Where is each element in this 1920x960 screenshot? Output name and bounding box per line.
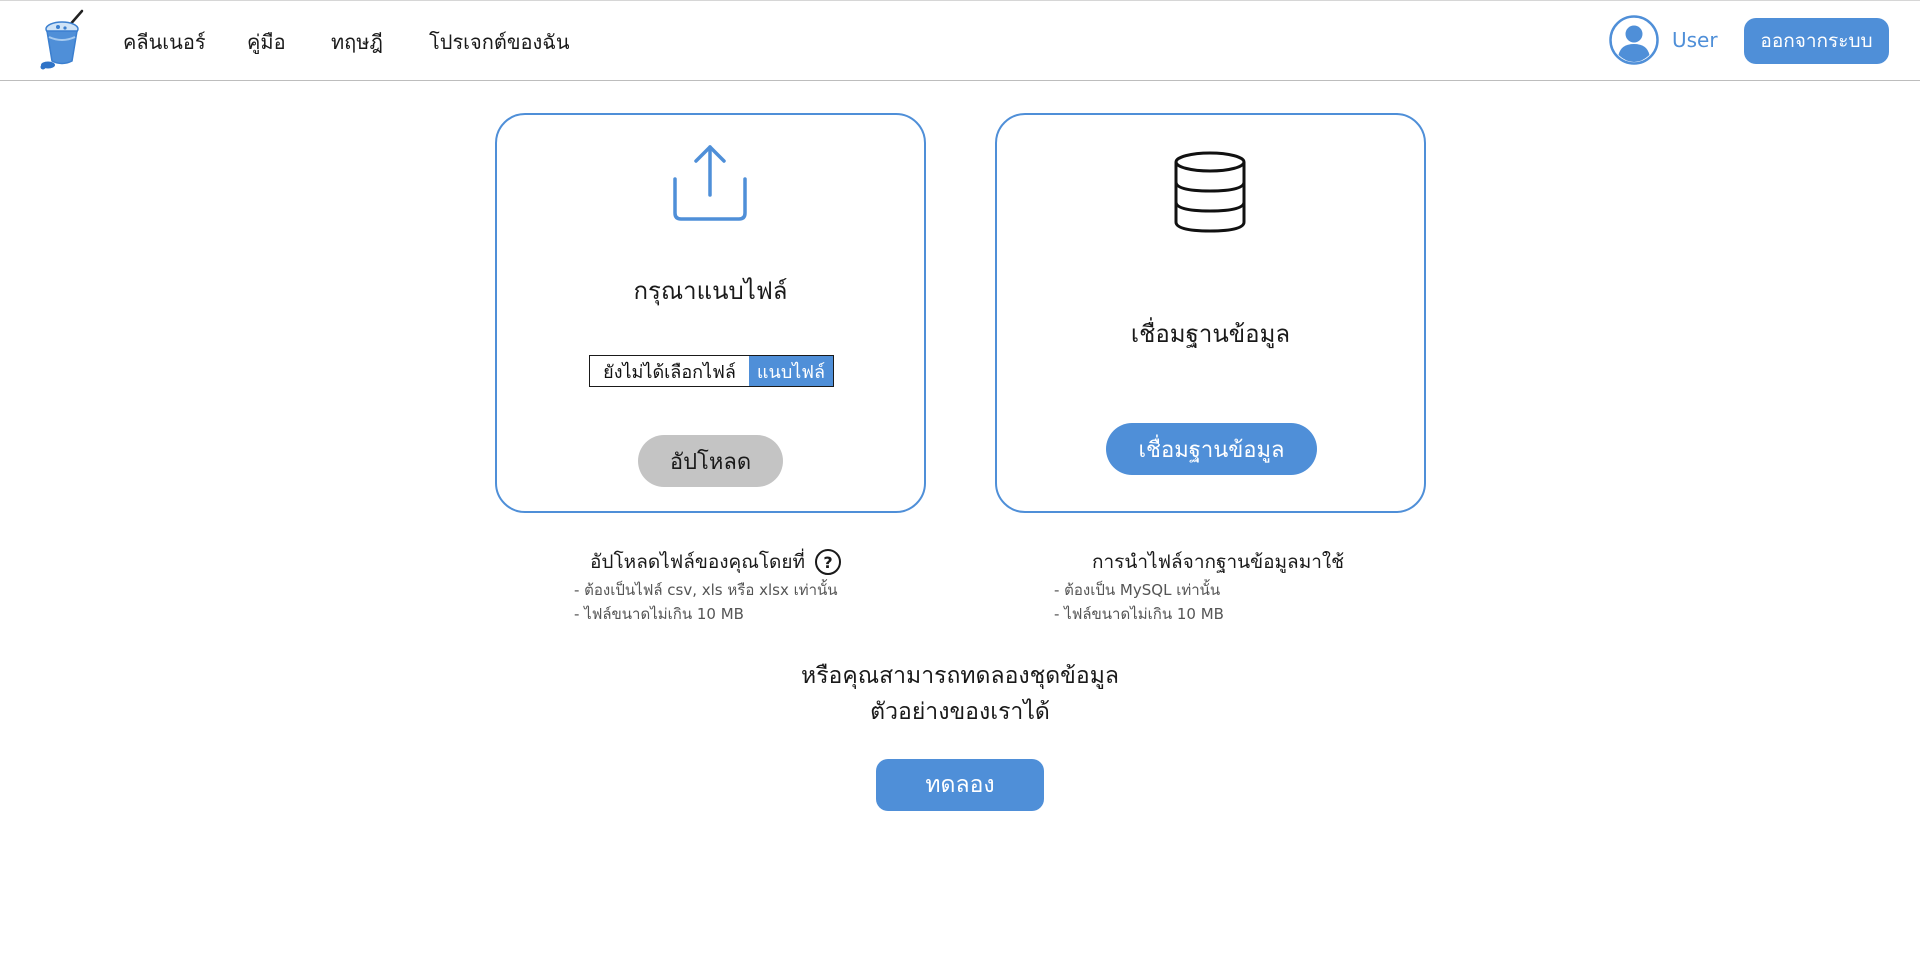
attach-file-button[interactable]: แนบไฟล์ (749, 356, 833, 386)
upload-card: กรุณาแนบไฟล์ ยังไม่ได้เลือกไฟล์ แนบไฟล์ … (495, 113, 926, 513)
logout-button[interactable]: ออกจากระบบ (1744, 18, 1889, 64)
database-info-line: - ไฟล์ขนาดไม่เกิน 10 MB (1054, 605, 1224, 623)
file-picker[interactable]: ยังไม่ได้เลือกไฟล์ แนบไฟล์ (589, 355, 834, 387)
nav-link-theory[interactable]: ทฤษฎี (331, 26, 383, 58)
database-info-title: การนำไฟล์จากฐานข้อมูลมาใช้ (1092, 547, 1344, 577)
database-icon (1172, 151, 1248, 233)
top-navbar: คลีนเนอร์ คู่มือ ทฤษฎี โปรเจกต์ของฉัน Us… (0, 0, 1920, 81)
file-status-text: ยังไม่ได้เลือกไฟล์ (590, 356, 749, 386)
upload-icon (670, 143, 750, 223)
sample-dataset-prompt-line2: ตัวอย่างของเราได้ (870, 699, 1050, 725)
nav-link-my-projects[interactable]: โปรเจกต์ของฉัน (429, 26, 570, 58)
nav-link-cleaner[interactable]: คลีนเนอร์ (123, 26, 206, 58)
upload-info-title-text: อัปโหลดไฟล์ของคุณโดยที่ (590, 551, 806, 573)
user-name-link[interactable]: User (1672, 28, 1718, 52)
database-card: เชื่อมฐานข้อมูล เชื่อมฐานข้อมูล (995, 113, 1426, 513)
nav-link-manual[interactable]: คู่มือ (247, 26, 286, 58)
logo-icon[interactable] (38, 9, 88, 71)
try-sample-button[interactable]: ทดลอง (876, 759, 1044, 811)
connect-database-button[interactable]: เชื่อมฐานข้อมูล (1106, 423, 1317, 475)
upload-info-line: - ต้องเป็นไฟล์ csv, xls หรือ xlsx เท่านั… (574, 581, 838, 599)
sample-dataset-prompt-line1: หรือคุณสามารถทดลองชุดข้อมูล (801, 663, 1119, 689)
upload-card-title: กรุณาแนบไฟล์ (633, 277, 788, 305)
upload-info-title: อัปโหลดไฟล์ของคุณโดยที่ ? (590, 547, 842, 577)
database-info-title-text: การนำไฟล์จากฐานข้อมูลมาใช้ (1092, 551, 1345, 573)
upload-info-line: - ไฟล์ขนาดไม่เกิน 10 MB (574, 605, 744, 623)
user-avatar-icon[interactable] (1609, 15, 1659, 65)
question-circle-icon[interactable]: ? (815, 549, 842, 575)
upload-button[interactable]: อัปโหลด (638, 435, 783, 487)
database-info-line: - ต้องเป็น MySQL เท่านั้น (1054, 581, 1221, 599)
database-card-title: เชื่อมฐานข้อมูล (1130, 320, 1291, 348)
